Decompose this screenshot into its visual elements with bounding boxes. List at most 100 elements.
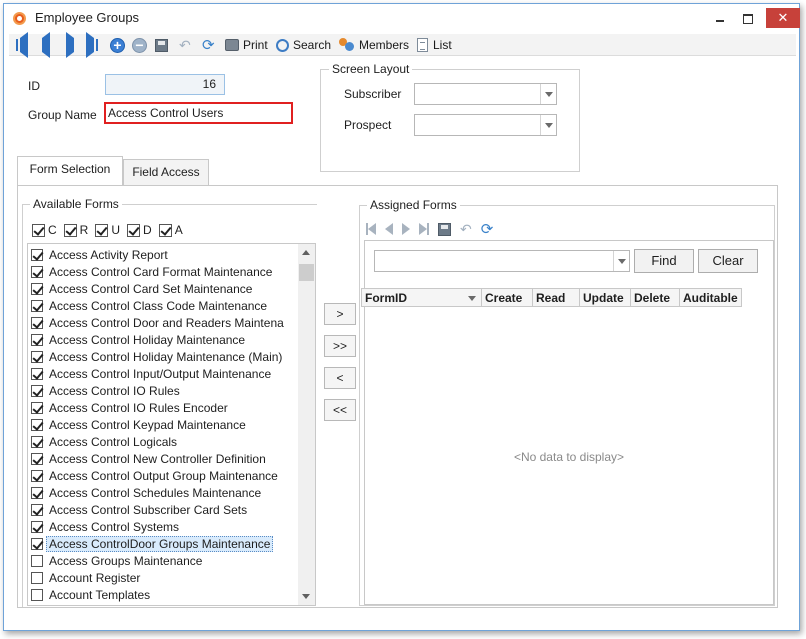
assigned-refresh-button[interactable]: ⟳ bbox=[481, 220, 494, 238]
form-checkbox[interactable] bbox=[31, 316, 43, 329]
form-list-item[interactable]: Access Control IO Rules bbox=[29, 382, 297, 399]
minimize-button[interactable] bbox=[709, 8, 731, 28]
remove-all-forms-button[interactable]: << bbox=[324, 399, 356, 421]
find-button[interactable]: Find bbox=[634, 249, 694, 273]
assigned-undo-button[interactable]: ↶ bbox=[460, 221, 472, 238]
form-checkbox[interactable] bbox=[31, 571, 43, 584]
undo-button[interactable]: ↶ bbox=[179, 37, 191, 53]
prospect-layout-select[interactable] bbox=[414, 114, 557, 136]
form-list-item[interactable]: Account Templates bbox=[29, 586, 297, 603]
remove-selected-form-button[interactable]: < bbox=[324, 367, 356, 389]
form-list-item[interactable]: Access Activity Report bbox=[29, 246, 297, 263]
next-record-button[interactable] bbox=[63, 32, 77, 58]
print-button[interactable]: Print bbox=[225, 37, 268, 53]
chevron-down-icon[interactable] bbox=[613, 251, 629, 271]
assigned-save-button[interactable] bbox=[438, 222, 451, 236]
column-read[interactable]: Read bbox=[533, 288, 580, 307]
form-checkbox[interactable] bbox=[31, 367, 43, 380]
chevron-down-icon[interactable] bbox=[540, 84, 556, 104]
form-checkbox[interactable] bbox=[31, 248, 43, 261]
tab-field-access[interactable]: Field Access bbox=[123, 159, 209, 185]
column-update[interactable]: Update bbox=[580, 288, 631, 307]
auditable-checkbox[interactable] bbox=[158, 223, 172, 237]
scroll-up-icon[interactable] bbox=[302, 250, 310, 255]
list-button[interactable]: List bbox=[417, 37, 452, 53]
assigned-last-button[interactable] bbox=[419, 223, 429, 235]
form-checkbox[interactable] bbox=[31, 435, 43, 448]
form-list-item[interactable]: Access Control Keypad Maintenance bbox=[29, 416, 297, 433]
add-selected-form-button[interactable]: > bbox=[324, 303, 356, 325]
form-checkbox[interactable] bbox=[31, 452, 43, 465]
maximize-button[interactable] bbox=[737, 8, 759, 28]
update-permission-toggle[interactable]: U bbox=[95, 223, 120, 237]
chevron-down-icon[interactable] bbox=[540, 115, 556, 135]
close-button[interactable]: ✕ bbox=[766, 8, 800, 28]
delete-checkbox[interactable] bbox=[127, 223, 141, 237]
column-create[interactable]: Create bbox=[482, 288, 533, 307]
add-record-button[interactable]: + bbox=[110, 37, 125, 53]
form-checkbox[interactable] bbox=[31, 554, 43, 567]
update-checkbox[interactable] bbox=[95, 223, 109, 237]
forms-list-scrollbar[interactable] bbox=[298, 244, 315, 605]
create-checkbox[interactable] bbox=[32, 223, 45, 237]
group-name-field[interactable]: Access Control Users bbox=[104, 102, 293, 124]
form-list-item[interactable]: Access Control New Controller Definition bbox=[29, 450, 297, 467]
previous-record-button[interactable] bbox=[39, 32, 53, 58]
auditable-permission-toggle[interactable]: A bbox=[158, 223, 183, 237]
form-list-item[interactable]: Access Control Input/Output Maintenance bbox=[29, 365, 297, 382]
form-checkbox[interactable] bbox=[31, 469, 43, 482]
read-checkbox[interactable] bbox=[63, 223, 77, 237]
save-button[interactable] bbox=[155, 37, 168, 53]
form-list-item[interactable]: Access Control Systems bbox=[29, 518, 297, 535]
id-field[interactable]: 16 bbox=[105, 74, 225, 95]
assigned-next-button[interactable] bbox=[402, 223, 410, 235]
form-list-item[interactable]: Access ControlDoor Groups Maintenance bbox=[29, 535, 297, 552]
scroll-down-icon[interactable] bbox=[302, 594, 310, 599]
add-all-forms-button[interactable]: >> bbox=[324, 335, 356, 357]
available-forms-list[interactable]: Account Templates Account Register Access … bbox=[27, 243, 316, 606]
form-list-item[interactable]: Access Control Door and Readers Maintena bbox=[29, 314, 297, 331]
form-checkbox[interactable] bbox=[31, 520, 43, 533]
form-checkbox[interactable] bbox=[31, 265, 43, 278]
form-checkbox[interactable] bbox=[31, 401, 43, 414]
form-list-item[interactable]: Access Control Card Set Maintenance bbox=[29, 280, 297, 297]
members-button[interactable]: Members bbox=[339, 37, 409, 53]
form-list-item[interactable]: Access Control Schedules Maintenance bbox=[29, 484, 297, 501]
form-list-item[interactable]: Access Control Subscriber Card Sets bbox=[29, 501, 297, 518]
form-checkbox[interactable] bbox=[31, 350, 43, 363]
scroll-thumb[interactable] bbox=[299, 264, 314, 281]
column-formid[interactable]: FormID bbox=[361, 288, 482, 307]
subscriber-layout-select[interactable] bbox=[414, 83, 557, 105]
form-checkbox[interactable] bbox=[31, 588, 43, 601]
search-button[interactable]: Search bbox=[276, 37, 331, 53]
delete-record-button[interactable]: − bbox=[132, 37, 147, 53]
form-list-item[interactable]: Account Register bbox=[29, 569, 297, 586]
form-checkbox[interactable] bbox=[31, 503, 43, 516]
clear-button[interactable]: Clear bbox=[698, 249, 758, 273]
find-input[interactable] bbox=[374, 250, 630, 272]
first-record-button[interactable] bbox=[15, 32, 29, 58]
read-permission-toggle[interactable]: R bbox=[63, 223, 88, 237]
form-list-item[interactable]: Access Control Logicals bbox=[29, 433, 297, 450]
tab-form-selection[interactable]: Form Selection bbox=[17, 156, 123, 185]
create-permission-toggle[interactable]: C bbox=[32, 223, 57, 237]
form-list-item[interactable]: Access Control Holiday Maintenance (Main… bbox=[29, 348, 297, 365]
column-auditable[interactable]: Auditable bbox=[680, 288, 742, 307]
form-checkbox[interactable] bbox=[31, 282, 43, 295]
column-delete[interactable]: Delete bbox=[631, 288, 680, 307]
delete-permission-toggle[interactable]: D bbox=[127, 223, 152, 237]
form-checkbox[interactable] bbox=[31, 299, 43, 312]
form-list-item[interactable]: Access Control IO Rules Encoder bbox=[29, 399, 297, 416]
form-list-item[interactable]: Access Groups Maintenance bbox=[29, 552, 297, 569]
refresh-button[interactable]: ⟳ bbox=[202, 37, 215, 54]
form-checkbox[interactable] bbox=[31, 384, 43, 397]
form-checkbox[interactable] bbox=[31, 486, 43, 499]
form-list-item[interactable]: Access Control Holiday Maintenance bbox=[29, 331, 297, 348]
assigned-first-button[interactable] bbox=[366, 223, 376, 235]
form-checkbox[interactable] bbox=[31, 537, 43, 550]
form-checkbox[interactable] bbox=[31, 333, 43, 346]
form-checkbox[interactable] bbox=[31, 418, 43, 431]
last-record-button[interactable] bbox=[85, 32, 99, 58]
form-list-item[interactable]: Access Control Class Code Maintenance bbox=[29, 297, 297, 314]
assigned-previous-button[interactable] bbox=[385, 223, 393, 235]
